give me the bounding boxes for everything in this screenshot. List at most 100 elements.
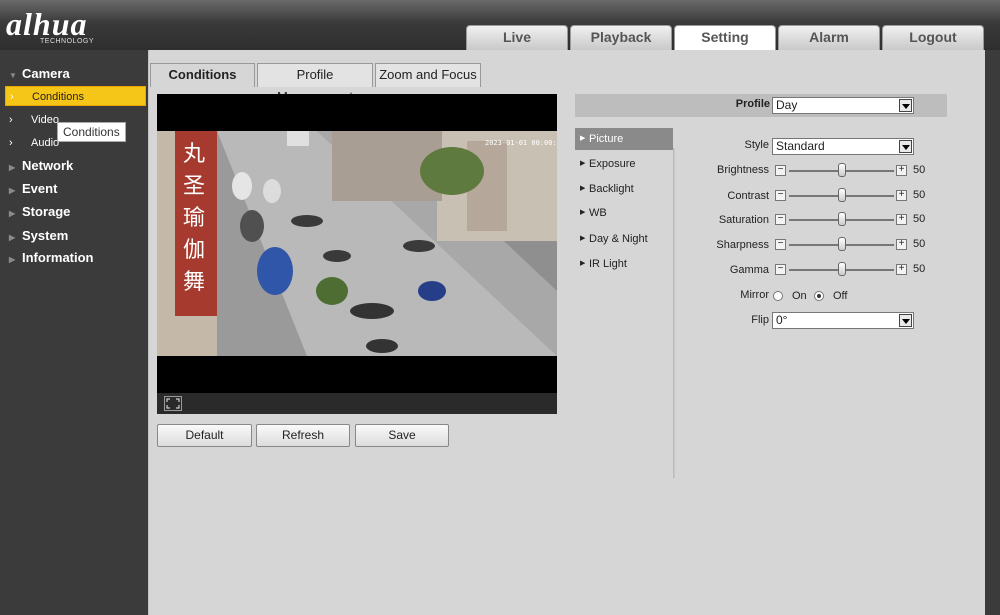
profile-label: Profile — [735, 98, 770, 110]
chevron-right-icon: › — [9, 114, 13, 126]
flip-label: Flip — [751, 314, 769, 326]
tab-profile-management[interactable]: Profile Management — [257, 63, 373, 104]
tab-setting[interactable]: Setting — [674, 25, 776, 50]
mirror-label: Mirror — [740, 289, 769, 301]
svg-text:圣: 圣 — [183, 174, 205, 199]
minus-icon[interactable]: − — [775, 239, 786, 250]
tab-alarm[interactable]: Alarm — [778, 25, 880, 50]
caret-down-icon: ▼ — [9, 71, 17, 80]
style-label: Style — [744, 139, 769, 151]
plus-icon[interactable]: + — [896, 214, 907, 225]
style-select[interactable]: Standard — [772, 138, 914, 155]
mirror-off-radio[interactable] — [814, 291, 824, 301]
svg-text:舞: 舞 — [183, 270, 205, 295]
video-timestamp: 2023-01-01 00:00:01 — [485, 139, 557, 147]
sidebar-item-conditions[interactable]: › Conditions — [5, 86, 146, 106]
slider-handle[interactable] — [838, 163, 846, 177]
minus-icon[interactable]: − — [775, 264, 786, 275]
sidebar-item-system[interactable]: ▶ System — [0, 228, 148, 243]
caret-right-icon: ▶ — [580, 185, 586, 192]
plus-icon[interactable]: + — [896, 165, 907, 176]
minus-icon[interactable]: − — [775, 214, 786, 225]
caret-right-icon: ▶ — [9, 186, 16, 195]
menu-item-label: Backlight — [589, 183, 634, 195]
contrast-label: Contrast — [727, 190, 769, 202]
caret-right-icon: ▶ — [580, 209, 586, 216]
menu-item-picture[interactable]: ▶ Picture — [575, 128, 673, 150]
plus-icon[interactable]: + — [896, 239, 907, 250]
fullscreen-icon[interactable] — [164, 396, 182, 411]
tab-playback[interactable]: Playback — [570, 25, 672, 50]
contrast-value: 50 — [913, 189, 926, 201]
menu-item-label: WB — [589, 207, 607, 219]
minus-icon[interactable]: − — [775, 165, 786, 176]
dropdown-arrow-icon — [899, 314, 912, 327]
refresh-button[interactable]: Refresh — [256, 424, 350, 447]
saturation-label: Saturation — [718, 214, 769, 226]
caret-right-icon: ▶ — [580, 160, 586, 167]
plus-icon[interactable]: + — [896, 190, 907, 201]
menu-item-label: IR Light — [589, 258, 627, 270]
sidebar-item-network[interactable]: ▶ Network — [0, 158, 148, 173]
svg-text:丸: 丸 — [183, 142, 205, 167]
sidebar-item-label: Video — [31, 114, 59, 126]
caret-right-icon: ▶ — [580, 260, 586, 267]
right-border — [985, 50, 1000, 615]
sidebar-item-label: System — [22, 228, 69, 243]
sidebar-item-label: Network — [22, 158, 74, 173]
tab-zoom-and-focus[interactable]: Zoom and Focus — [375, 63, 481, 87]
flip-value: 0° — [776, 313, 788, 327]
slider-handle[interactable] — [838, 262, 846, 276]
tab-logout[interactable]: Logout — [882, 25, 984, 50]
tab-live[interactable]: Live — [466, 25, 568, 50]
svg-text:伽: 伽 — [183, 238, 205, 263]
menu-item-wb[interactable]: ▶ WB — [575, 202, 673, 224]
plus-icon[interactable]: + — [896, 264, 907, 275]
video-control-bar — [157, 393, 557, 414]
sidebar-item-camera[interactable]: ▼ Camera — [0, 66, 148, 81]
mirror-on-label: On — [792, 290, 807, 302]
brightness-label: Brightness — [717, 164, 769, 176]
chevron-right-icon: › — [10, 91, 14, 103]
live-camera-image: 丸 圣 瑜 伽 舞 2023-01-01 00:00:01 — [157, 131, 557, 356]
profile-value: Day — [776, 98, 798, 112]
sharpness-value: 50 — [913, 238, 926, 250]
caret-right-icon: ▶ — [580, 235, 586, 242]
sidebar-item-storage[interactable]: ▶ Storage — [0, 204, 148, 219]
menu-item-label: Picture — [589, 133, 624, 145]
sidebar-item-information[interactable]: ▶ Information — [0, 250, 148, 265]
style-value: Standard — [776, 139, 825, 153]
tab-conditions[interactable]: Conditions — [150, 63, 255, 87]
panel-divider — [673, 148, 675, 478]
dropdown-arrow-icon — [899, 140, 912, 153]
caret-right-icon: ▶ — [9, 233, 16, 242]
flip-select[interactable]: 0° — [772, 312, 914, 329]
slider-handle[interactable] — [838, 237, 846, 251]
menu-item-exposure[interactable]: ▶ Exposure — [575, 153, 673, 175]
profile-select[interactable]: Day — [772, 97, 914, 114]
menu-item-backlight[interactable]: ▶ Backlight — [575, 178, 673, 200]
gamma-label: Gamma — [729, 264, 769, 276]
minus-icon[interactable]: − — [775, 190, 786, 201]
sidebar-item-label: Audio — [31, 137, 60, 149]
brightness-value: 50 — [913, 164, 926, 176]
menu-item-day-night[interactable]: ▶ Day & Night — [575, 228, 673, 250]
mirror-on-radio[interactable] — [773, 291, 783, 301]
sidebar-item-event[interactable]: ▶ Event — [0, 181, 148, 196]
slider-handle[interactable] — [838, 212, 846, 226]
menu-item-label: Day & Night — [589, 233, 648, 245]
slider-handle[interactable] — [838, 188, 846, 202]
caret-right-icon: ▶ — [9, 209, 16, 218]
tooltip: Conditions — [57, 122, 126, 142]
menu-item-ir-light[interactable]: ▶ IR Light — [575, 253, 673, 275]
menu-item-label: Exposure — [589, 158, 636, 170]
default-button[interactable]: Default — [157, 424, 252, 447]
brand-tagline: TECHNOLOGY — [40, 38, 95, 45]
sidebar-item-label: Information — [22, 250, 94, 265]
gamma-value: 50 — [913, 263, 926, 275]
sidebar-item-label: Storage — [22, 204, 71, 219]
caret-right-icon: ▶ — [580, 135, 586, 142]
sharpness-label: Sharpness — [716, 239, 769, 251]
save-button[interactable]: Save — [355, 424, 449, 447]
caret-right-icon: ▶ — [9, 255, 16, 264]
